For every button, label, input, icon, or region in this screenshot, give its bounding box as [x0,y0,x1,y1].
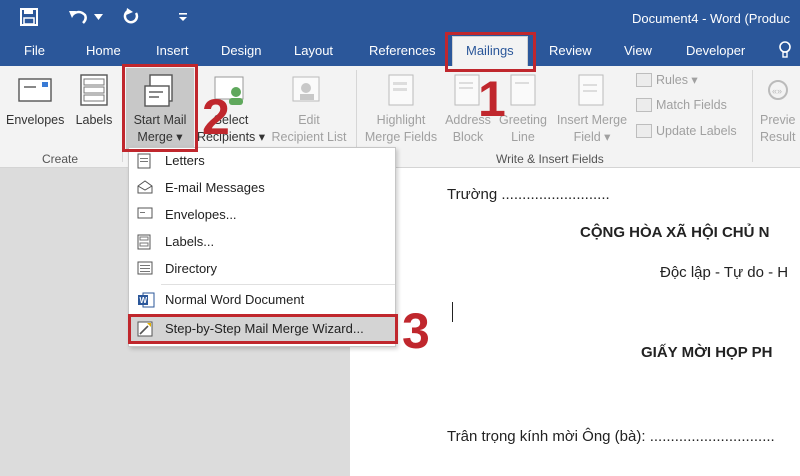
annotation-step-2: 2 [202,89,230,145]
preview-results-icon: «» [766,78,796,107]
word-document-icon: W [137,292,155,308]
menu-item-envelopes[interactable]: Envelopes... [129,202,395,228]
tab-file[interactable]: File [24,43,45,58]
envelope-icon [18,78,52,105]
doc-heading-republic: CỘNG HÒA XÃ HỘI CHỦ N [580,224,770,241]
write-insert-group-label: Write & Insert Fields [496,152,604,166]
svg-text:W: W [140,296,148,305]
address-block-icon [454,74,480,109]
undo-dropdown-icon[interactable] [92,6,104,28]
tab-developer[interactable]: Developer [686,43,745,58]
menu-item-email-messages[interactable]: E-mail Messages [129,175,395,201]
envelopes-button[interactable]: Envelopes [6,112,64,129]
edit-recipient-list-icon [292,76,322,109]
doc-text-truong: Trường .......................... [447,186,610,203]
menu-item-labels[interactable]: Labels... [129,229,395,255]
labels-icon [137,234,155,250]
annotation-step-3: 3 [402,303,430,359]
greeting-line-icon [510,74,536,109]
tab-design[interactable]: Design [221,43,261,58]
annotation-box-wizard [128,314,398,344]
lightbulb-icon[interactable] [778,41,792,59]
labels-icon [80,74,108,109]
update-labels-icon [636,124,652,138]
undo-icon[interactable] [68,6,90,28]
document-title: Document4 - Word (Produc [632,11,790,26]
rules-icon [636,72,652,87]
match-fields-icon [636,98,652,112]
annotation-box-start-mail-merge [122,64,198,152]
insert-merge-field-button[interactable]: Insert Merge Field ▾ [552,112,632,146]
email-icon [137,180,155,196]
doc-heading-invitation: GIẤY MỜI HỌP PH [641,344,773,361]
labels-button[interactable]: Labels [72,112,116,129]
doc-text-motto: Độc lập - Tự do - H [660,264,789,281]
redo-icon[interactable] [120,6,142,28]
customize-toolbar-icon[interactable] [176,6,190,28]
letter-icon [137,153,155,169]
tab-view[interactable]: View [624,43,652,58]
menu-separator [161,284,395,285]
annotation-step-1: 1 [478,71,506,127]
highlight-merge-fields-icon [388,74,414,109]
ribbon-tab-row: File Home Insert Design Layout Reference… [0,36,800,67]
insert-merge-field-icon [578,74,604,109]
rules-button[interactable]: Rules ▾ [636,72,698,87]
match-fields-button[interactable]: Match Fields [636,98,727,112]
envelope-icon [137,207,155,223]
tab-layout[interactable]: Layout [294,43,333,58]
svg-text:«»: «» [772,86,782,96]
menu-item-directory[interactable]: Directory [129,256,395,282]
text-cursor [452,302,453,322]
highlight-merge-fields-button[interactable]: Highlight Merge Fields [360,112,442,146]
tab-references[interactable]: References [369,43,435,58]
tab-review[interactable]: Review [549,43,592,58]
ribbon-mailings: Envelopes Labels Create Start Mail Merge… [0,66,800,168]
edit-recipient-list-button[interactable]: Edit Recipient List [268,112,350,146]
create-group-label: Create [42,152,79,166]
menu-item-normal-word-document[interactable]: W Normal Word Document [129,287,395,313]
doc-text-invite-line: Trân trọng kính mời Ông (bà): ..........… [447,428,775,445]
update-labels-button[interactable]: Update Labels [636,124,737,138]
save-icon[interactable] [18,6,40,28]
title-bar: Document4 - Word (Produc [0,0,800,36]
ribbon-separator [752,70,753,162]
annotation-box-mailings [445,32,536,72]
tab-insert[interactable]: Insert [156,43,189,58]
tab-home[interactable]: Home [86,43,121,58]
preview-results-button[interactable]: Previe Result [760,112,800,146]
directory-icon [137,261,155,277]
